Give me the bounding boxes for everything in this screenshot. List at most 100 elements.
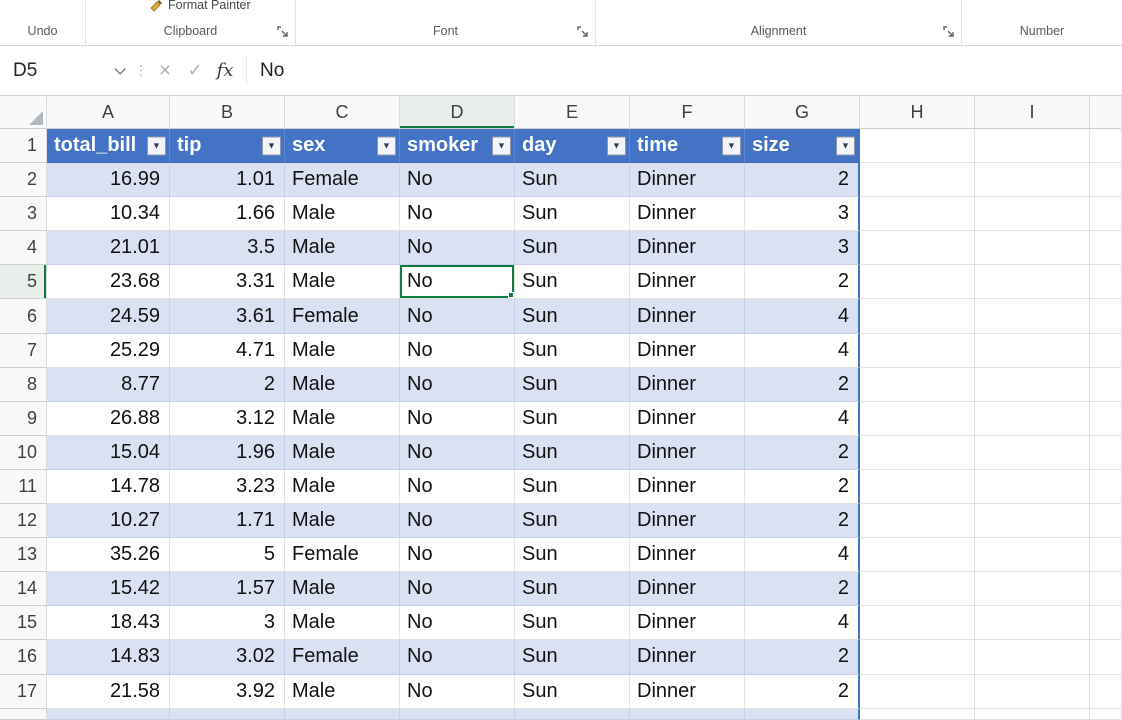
filter-button-size[interactable]: ▼ <box>836 136 855 155</box>
cell-A14[interactable]: 15.42 <box>47 572 170 606</box>
cell-C4[interactable]: Male <box>285 231 400 265</box>
cell-C18[interactable] <box>285 709 400 720</box>
cell-B7[interactable]: 4.71 <box>170 334 285 368</box>
cell-J13[interactable] <box>1090 538 1122 572</box>
cell-B6[interactable]: 3.61 <box>170 299 285 333</box>
cell-E8[interactable]: Sun <box>515 368 630 402</box>
column-header-E[interactable]: E <box>515 96 630 129</box>
cell-H11[interactable] <box>860 470 975 504</box>
cell-I18[interactable] <box>975 709 1090 720</box>
row-header-6[interactable]: 6 <box>0 299 47 333</box>
cell-D12[interactable]: No <box>400 504 515 538</box>
cell-G3[interactable]: 3 <box>745 197 860 231</box>
row-header-11[interactable]: 11 <box>0 470 47 504</box>
cell-J9[interactable] <box>1090 402 1122 436</box>
filter-button-tip[interactable]: ▼ <box>262 136 281 155</box>
cell-E9[interactable]: Sun <box>515 402 630 436</box>
name-box[interactable]: D5 <box>0 46 132 95</box>
cell-C8[interactable]: Male <box>285 368 400 402</box>
filter-button-time[interactable]: ▼ <box>722 136 741 155</box>
table-header-total_bill[interactable]: total_bill▼ <box>47 129 170 163</box>
cell-C15[interactable]: Male <box>285 606 400 640</box>
cell-A8[interactable]: 8.77 <box>47 368 170 402</box>
cell-J14[interactable] <box>1090 572 1122 606</box>
cell-B9[interactable]: 3.12 <box>170 402 285 436</box>
cell-C10[interactable]: Male <box>285 436 400 470</box>
row-header-5[interactable]: 5 <box>0 265 47 299</box>
cell-D16[interactable]: No <box>400 640 515 674</box>
cell-E18[interactable] <box>515 709 630 720</box>
cell-D6[interactable]: No <box>400 299 515 333</box>
cell-F16[interactable]: Dinner <box>630 640 745 674</box>
column-header-partial[interactable] <box>1090 96 1122 129</box>
filter-button-day[interactable]: ▼ <box>607 136 626 155</box>
cell-J15[interactable] <box>1090 606 1122 640</box>
cell-J7[interactable] <box>1090 334 1122 368</box>
cell-F10[interactable]: Dinner <box>630 436 745 470</box>
cell-I9[interactable] <box>975 402 1090 436</box>
cell-G7[interactable]: 4 <box>745 334 860 368</box>
cell-G16[interactable]: 2 <box>745 640 860 674</box>
cell-G8[interactable]: 2 <box>745 368 860 402</box>
cell-G18[interactable] <box>745 709 860 720</box>
column-header-G[interactable]: G <box>745 96 860 129</box>
row-header-16[interactable]: 16 <box>0 640 47 674</box>
cell-I8[interactable] <box>975 368 1090 402</box>
cell-B8[interactable]: 2 <box>170 368 285 402</box>
cell-C2[interactable]: Female <box>285 163 400 197</box>
cell-H5[interactable] <box>860 265 975 299</box>
table-header-time[interactable]: time▼ <box>630 129 745 163</box>
cell-A12[interactable]: 10.27 <box>47 504 170 538</box>
cell-C9[interactable]: Male <box>285 402 400 436</box>
cell-F15[interactable]: Dinner <box>630 606 745 640</box>
fill-handle[interactable] <box>508 292 514 298</box>
column-header-F[interactable]: F <box>630 96 745 129</box>
row-header-3[interactable]: 3 <box>0 197 47 231</box>
column-header-B[interactable]: B <box>170 96 285 129</box>
filter-button-smoker[interactable]: ▼ <box>492 136 511 155</box>
cell-J4[interactable] <box>1090 231 1122 265</box>
row-header-2[interactable]: 2 <box>0 163 47 197</box>
filter-button-total_bill[interactable]: ▼ <box>147 136 166 155</box>
cell-E6[interactable]: Sun <box>515 299 630 333</box>
cell-C6[interactable]: Female <box>285 299 400 333</box>
cell-A17[interactable]: 21.58 <box>47 675 170 709</box>
cell-I6[interactable] <box>975 299 1090 333</box>
cell-F6[interactable]: Dinner <box>630 299 745 333</box>
cell-C17[interactable]: Male <box>285 675 400 709</box>
cell-B12[interactable]: 1.71 <box>170 504 285 538</box>
cell-J3[interactable] <box>1090 197 1122 231</box>
cell-E7[interactable]: Sun <box>515 334 630 368</box>
font-dialog-launcher-button[interactable] <box>576 25 590 39</box>
cell-E16[interactable]: Sun <box>515 640 630 674</box>
cell-F8[interactable]: Dinner <box>630 368 745 402</box>
cell-I1[interactable] <box>975 129 1090 163</box>
cell-E11[interactable]: Sun <box>515 470 630 504</box>
cell-F4[interactable]: Dinner <box>630 231 745 265</box>
cell-J5[interactable] <box>1090 265 1122 299</box>
cell-H6[interactable] <box>860 299 975 333</box>
cell-D14[interactable]: No <box>400 572 515 606</box>
cell-B14[interactable]: 1.57 <box>170 572 285 606</box>
cell-I5[interactable] <box>975 265 1090 299</box>
cell-D10[interactable]: No <box>400 436 515 470</box>
cell-D7[interactable]: No <box>400 334 515 368</box>
cell-I13[interactable] <box>975 538 1090 572</box>
row-header-8[interactable]: 8 <box>0 368 47 402</box>
cell-E5[interactable]: Sun <box>515 265 630 299</box>
cell-H8[interactable] <box>860 368 975 402</box>
cell-E2[interactable]: Sun <box>515 163 630 197</box>
row-header-4[interactable]: 4 <box>0 231 47 265</box>
cell-G5[interactable]: 2 <box>745 265 860 299</box>
cell-H13[interactable] <box>860 538 975 572</box>
formula-input[interactable]: No <box>251 46 1122 95</box>
cell-A16[interactable]: 14.83 <box>47 640 170 674</box>
row-header-9[interactable]: 9 <box>0 402 47 436</box>
table-header-tip[interactable]: tip▼ <box>170 129 285 163</box>
cell-J8[interactable] <box>1090 368 1122 402</box>
cell-B11[interactable]: 3.23 <box>170 470 285 504</box>
cell-H15[interactable] <box>860 606 975 640</box>
cell-G14[interactable]: 2 <box>745 572 860 606</box>
cell-E4[interactable]: Sun <box>515 231 630 265</box>
cell-A7[interactable]: 25.29 <box>47 334 170 368</box>
